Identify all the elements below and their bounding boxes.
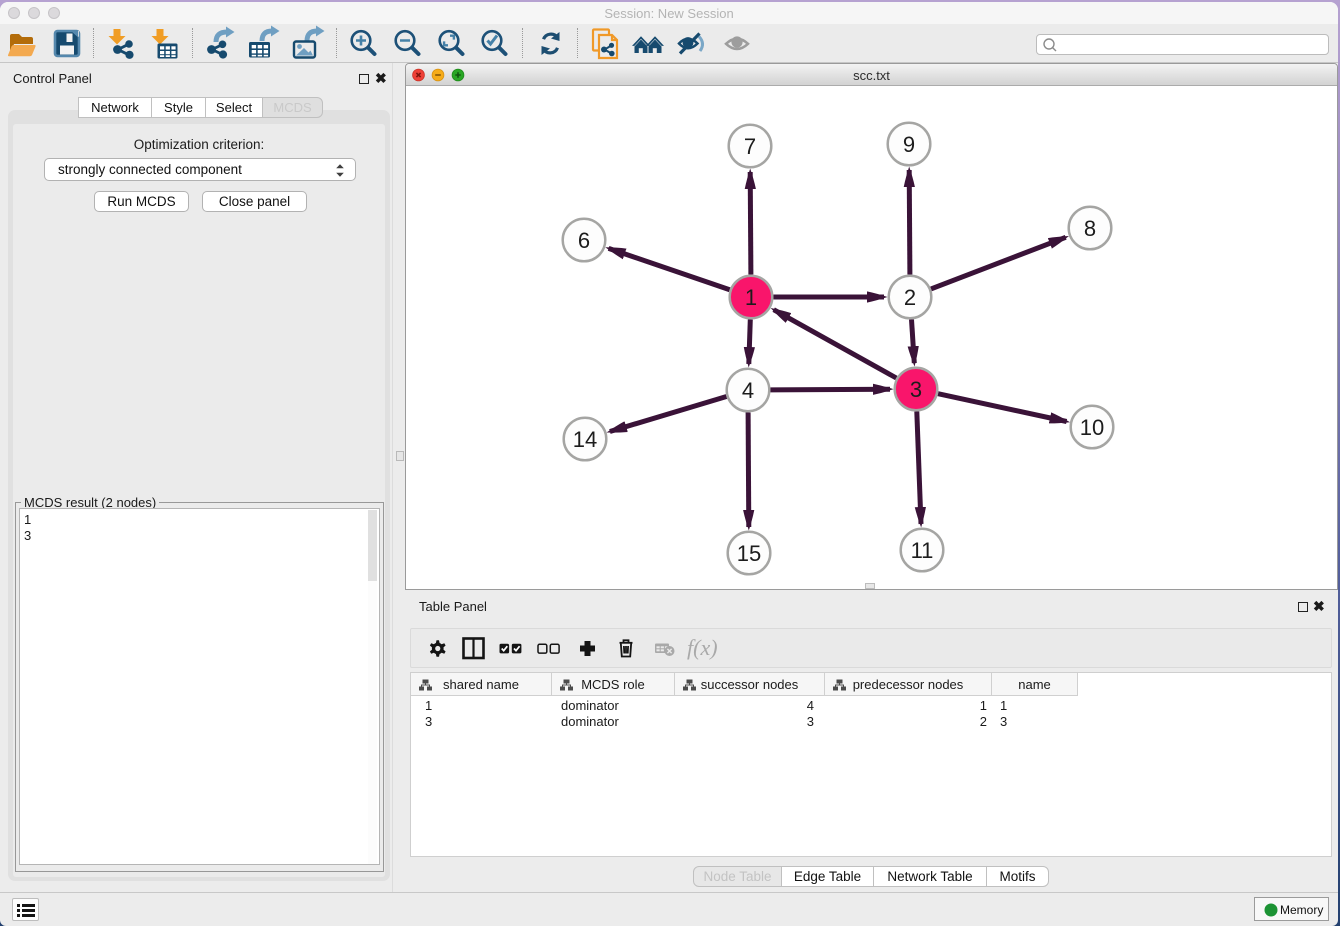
svg-text:9: 9 <box>903 132 915 157</box>
svg-text:11: 11 <box>911 538 934 563</box>
svg-text:4: 4 <box>742 378 754 403</box>
svg-text:15: 15 <box>737 541 761 566</box>
svg-text:6: 6 <box>578 228 590 253</box>
svg-text:7: 7 <box>744 134 756 159</box>
svg-text:14: 14 <box>573 427 597 452</box>
svg-text:10: 10 <box>1080 415 1104 440</box>
svg-text:1: 1 <box>745 285 757 310</box>
svg-text:2: 2 <box>904 285 916 310</box>
svg-text:3: 3 <box>910 377 922 402</box>
svg-text:8: 8 <box>1084 216 1096 241</box>
